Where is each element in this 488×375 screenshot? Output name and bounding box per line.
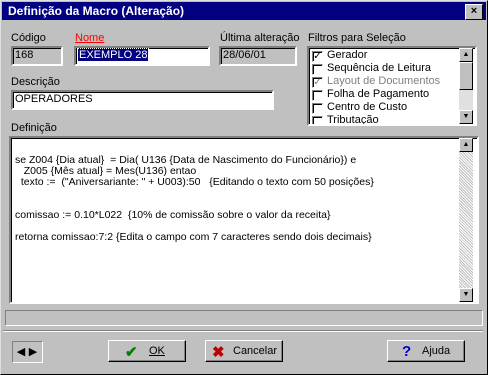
nome-input[interactable]: EXEMPLO 28 xyxy=(74,46,210,66)
scroll-up-icon[interactable]: ▲ xyxy=(459,48,473,62)
filtros-list[interactable]: ✓ Gerador Sequência de Leitura ✓ Layout de D… xyxy=(307,46,477,126)
descricao-label: Descrição xyxy=(11,76,60,88)
cancel-button-label: Cancelar xyxy=(233,345,278,357)
filter-item-label: Gerador xyxy=(327,49,368,61)
code-line: retorna comissao:7:2 {Edita o campo com … xyxy=(15,231,372,243)
next-arrow-icon[interactable]: ▶ xyxy=(28,343,38,361)
help-button-label: Ajuda xyxy=(422,345,451,357)
filtros-label: Filtros para Seleção xyxy=(308,32,406,44)
navigation-control[interactable]: ◀ ▶ xyxy=(12,341,43,363)
status-bar xyxy=(5,310,483,326)
checkbox[interactable] xyxy=(312,103,323,114)
definicao-label: Definição xyxy=(11,122,57,134)
window-title: Definição da Macro (Alteração) xyxy=(8,4,185,18)
scroll-down-icon[interactable]: ▼ xyxy=(459,288,473,302)
filter-item-label: Folha de Pagamento xyxy=(327,88,430,100)
divider xyxy=(3,330,483,332)
codigo-label: Código xyxy=(11,32,46,44)
check-icon: ✔ xyxy=(125,344,138,361)
ultima-alteracao-field: 28/06/01 xyxy=(219,46,297,66)
definicao-editor[interactable]: se Z004 {Dia atual} = Dia( U136 {Data de… xyxy=(9,136,479,304)
checkbox[interactable] xyxy=(312,64,323,75)
scroll-up-icon[interactable]: ▲ xyxy=(459,138,473,152)
descricao-input[interactable]: OPERADORES xyxy=(11,90,274,110)
help-button[interactable]: ? Ajuda xyxy=(387,340,465,362)
filtros-scrollbar[interactable]: ▲ ▼ xyxy=(459,48,473,124)
prev-arrow-icon[interactable]: ◀ xyxy=(16,343,26,361)
ultima-alteracao-label: Última alteração xyxy=(220,32,300,44)
filter-item-label: Layout de Documentos xyxy=(327,75,441,87)
checkbox[interactable]: ✓ xyxy=(312,51,323,62)
code-line: comissao := 0.10*L022 {10% de comissão s… xyxy=(15,209,331,221)
close-button[interactable]: × xyxy=(465,4,483,20)
ok-button-label: OK xyxy=(149,345,165,357)
checkbox[interactable] xyxy=(312,90,323,101)
nome-label: Nome xyxy=(75,32,105,44)
filter-item-label: Centro de Custo xyxy=(327,101,408,113)
title-bar: Definição da Macro (Alteração) × xyxy=(2,2,486,20)
definicao-scrollbar[interactable]: ▲ ▼ xyxy=(459,138,473,302)
filter-item-label: Sequência de Leitura xyxy=(327,62,431,74)
checkbox[interactable] xyxy=(312,116,323,124)
cancel-button[interactable]: ✖ Cancelar xyxy=(205,340,283,362)
filtros-scroll-thumb[interactable] xyxy=(459,62,473,90)
codigo-value: 168 xyxy=(15,49,34,61)
ok-button[interactable]: ✔ OK xyxy=(108,340,186,362)
code-line: texto := ("Aniversariante: " + U003):50 … xyxy=(15,176,374,188)
descricao-value: OPERADORES xyxy=(15,93,93,105)
x-icon: ✖ xyxy=(212,344,225,361)
codigo-field: 168 xyxy=(11,46,63,66)
nome-value: EXEMPLO 28 xyxy=(76,48,150,62)
scroll-down-icon[interactable]: ▼ xyxy=(459,110,473,124)
filter-item-label: Tributação xyxy=(327,114,379,126)
ultima-alteracao-value: 28/06/01 xyxy=(223,49,266,61)
question-icon: ? xyxy=(402,343,412,360)
close-icon: × xyxy=(470,5,478,17)
checkbox[interactable]: ✓ xyxy=(312,77,323,88)
